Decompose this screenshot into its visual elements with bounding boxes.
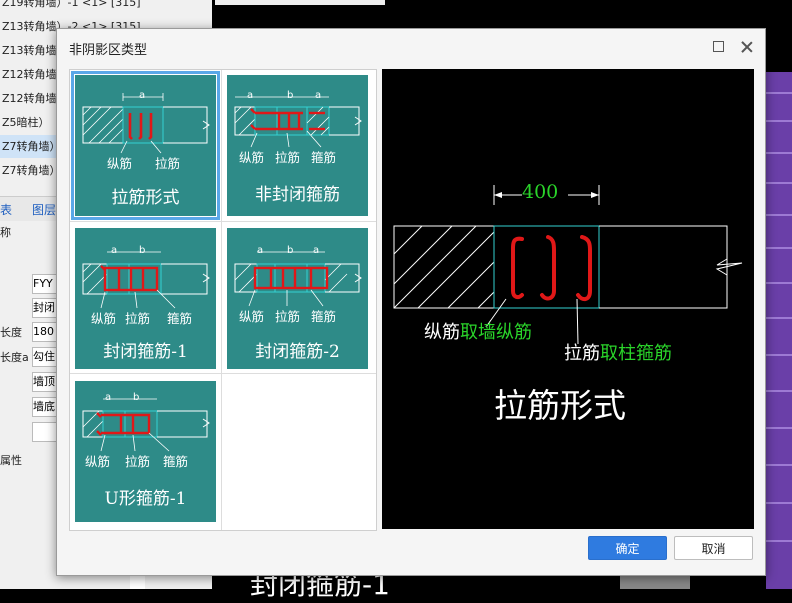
label-longitudinal-bar: 纵筋 (107, 156, 133, 171)
preview-label-longitudinal: 纵筋取墙纵筋 (424, 318, 532, 344)
label-longitudinal-bar: 纵筋 (239, 150, 265, 165)
type-card-closed-stirrup-2[interactable]: a b a 纵筋 拉筋 箍筋 封闭箍筋-2 (227, 228, 368, 369)
preview-label-longitudinal-name: 纵筋 (424, 322, 460, 343)
dialog-title: 非阴影区类型 (69, 43, 148, 58)
label-stirrup: 箍筋 (163, 454, 189, 469)
preview-dimension: 400 (522, 181, 559, 203)
label-tie-bar: 拉筋 (125, 311, 151, 326)
label-stirrup: 箍筋 (311, 150, 337, 165)
prop-value[interactable]: 墙底 (32, 397, 58, 417)
dimension-label: a (315, 90, 322, 101)
card-caption: 拉筋形式 (111, 188, 180, 208)
dimension-label: a (313, 245, 320, 256)
type-card-closed-stirrup-1[interactable]: a b 纵筋 拉筋 箍筋 封闭箍筋-1 (75, 228, 216, 369)
dimension-label: b (287, 245, 294, 256)
card-caption: 封闭箍筋-1 (103, 342, 188, 362)
preview-label-tie: 拉筋取柱箍筋 (564, 339, 672, 365)
background-drawing-area (766, 72, 792, 589)
dimension-label: a (257, 245, 264, 256)
prop-header: 称 (0, 226, 11, 239)
card-caption: 封闭箍筋-2 (255, 342, 340, 362)
tab-layers[interactable]: 图层 (32, 201, 56, 218)
prop-value[interactable]: FYY (32, 274, 58, 294)
label-longitudinal-bar: 纵筋 (239, 309, 265, 324)
tree-item[interactable]: Z19转角墙）-1 <1> [315] (0, 0, 217, 14)
dimension-label: a (111, 245, 118, 256)
close-icon[interactable] (739, 39, 755, 55)
label-tie-bar: 拉筋 (125, 454, 151, 469)
background-block (130, 575, 145, 589)
grid-divider (70, 221, 376, 222)
non-shadow-zone-type-dialog: 非阴影区类型 a 纵筋 拉筋 拉筋形式 a b a 纵筋 拉筋 箍筋 非封闭箍筋… (56, 28, 766, 576)
background-block (620, 575, 690, 589)
maximize-icon[interactable] (713, 41, 724, 52)
card-caption: U形箍筋-1 (104, 489, 187, 509)
dimension-label: b (139, 245, 146, 256)
grid-divider (221, 70, 222, 530)
preview-title: 拉筋形式 (494, 386, 626, 425)
label-stirrup: 箍筋 (167, 311, 193, 326)
label-tie-bar: 拉筋 (275, 309, 301, 324)
label-tie-bar: 拉筋 (275, 150, 301, 165)
prop-value[interactable]: 墙顶 (32, 372, 58, 392)
type-card-tie-bar[interactable]: a 纵筋 拉筋 拉筋形式 (71, 71, 220, 220)
prop-value[interactable]: 封闭 (32, 298, 58, 318)
card-caption: 非封闭箍筋 (255, 185, 340, 205)
prop-value[interactable] (32, 422, 58, 442)
attribute-section-label: 属性 (0, 454, 22, 467)
type-card-u-stirrup-1[interactable]: a b 纵筋 拉筋 箍筋 U形箍筋-1 (75, 381, 216, 522)
type-list: a 纵筋 拉筋 拉筋形式 a b a 纵筋 拉筋 箍筋 非封闭箍筋 a b 纵筋… (69, 69, 377, 531)
type-preview: 400 纵筋取墙纵筋 拉筋取柱箍筋 拉筋形式 (382, 69, 754, 529)
preview-label-tie-source: 取柱箍筋 (600, 343, 672, 364)
grid-divider (70, 373, 376, 374)
ok-button[interactable]: 确定 (588, 536, 667, 560)
tab-properties[interactable]: 表 (0, 201, 12, 218)
type-card-open-stirrup[interactable]: a b a 纵筋 拉筋 箍筋 非封闭箍筋 (227, 75, 368, 216)
preview-label-tie-name: 拉筋 (564, 343, 600, 364)
cancel-button[interactable]: 取消 (674, 536, 753, 560)
preview-label-longitudinal-source: 取墙纵筋 (460, 322, 532, 343)
dimension-label: a (105, 392, 112, 403)
dimension-label: b (287, 90, 294, 101)
prop-value[interactable]: 勾住 (32, 347, 58, 367)
dimension-label: a (247, 90, 254, 101)
label-longitudinal-bar: 纵筋 (91, 311, 117, 326)
dimension-label: b (133, 392, 140, 403)
background-strip (215, 0, 385, 5)
label-tie-bar: 拉筋 (155, 156, 181, 171)
prop-value[interactable]: 180 (32, 322, 58, 342)
label-stirrup: 箍筋 (311, 309, 337, 324)
label-longitudinal-bar: 纵筋 (85, 454, 111, 469)
dimension-label: a (139, 90, 146, 101)
